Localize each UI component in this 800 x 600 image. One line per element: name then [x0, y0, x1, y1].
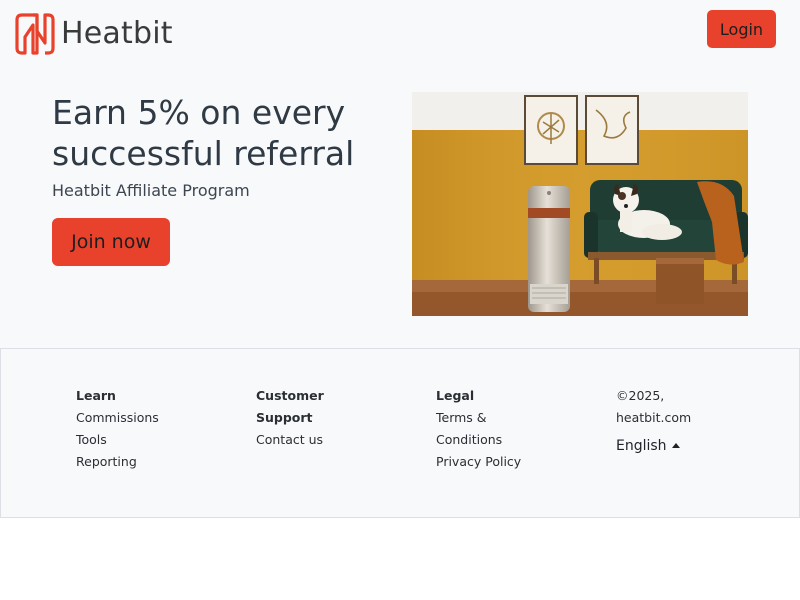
footer-support-column: Customer Support Contact us	[256, 385, 366, 451]
hero-subtitle: Heatbit Affiliate Program	[52, 181, 250, 200]
footer-meta-column: ©2025, heatbit.com English	[616, 385, 726, 457]
join-now-button[interactable]: Join now	[52, 218, 170, 266]
language-selector[interactable]: English	[616, 435, 726, 457]
hero-image	[412, 92, 748, 316]
brand-name: Heatbit	[61, 16, 173, 51]
footer-link-privacy[interactable]: Privacy Policy	[436, 451, 546, 473]
footer-link-tools[interactable]: Tools	[76, 429, 226, 451]
login-button[interactable]: Login	[707, 10, 776, 48]
footer-link-terms[interactable]: Terms & Conditions	[436, 407, 546, 451]
footer-link-contact-us[interactable]: Contact us	[256, 429, 366, 451]
footer-legal-heading: Legal	[436, 388, 475, 403]
footer-legal-column: Legal Terms & Conditions Privacy Policy	[436, 385, 546, 473]
top-section: Heatbit Login Earn 5% on every successfu…	[0, 0, 800, 348]
footer-link-reporting[interactable]: Reporting	[76, 451, 226, 473]
language-label: English	[616, 438, 667, 454]
footer-learn-heading: Learn	[76, 388, 116, 403]
caret-up-icon	[671, 442, 680, 448]
footer-link-commissions[interactable]: Commissions	[76, 407, 226, 429]
copyright-text: ©2025, heatbit.com	[616, 388, 692, 425]
footer-support-heading: Customer Support	[256, 388, 324, 425]
footer-learn-column: Learn Commissions Tools Reporting	[76, 385, 226, 473]
hero-title: Earn 5% on every successful referral	[52, 93, 355, 173]
heatbit-logo-icon	[15, 13, 55, 55]
footer: Learn Commissions Tools Reporting Custom…	[0, 348, 800, 518]
brand-logo[interactable]: Heatbit	[15, 11, 180, 57]
